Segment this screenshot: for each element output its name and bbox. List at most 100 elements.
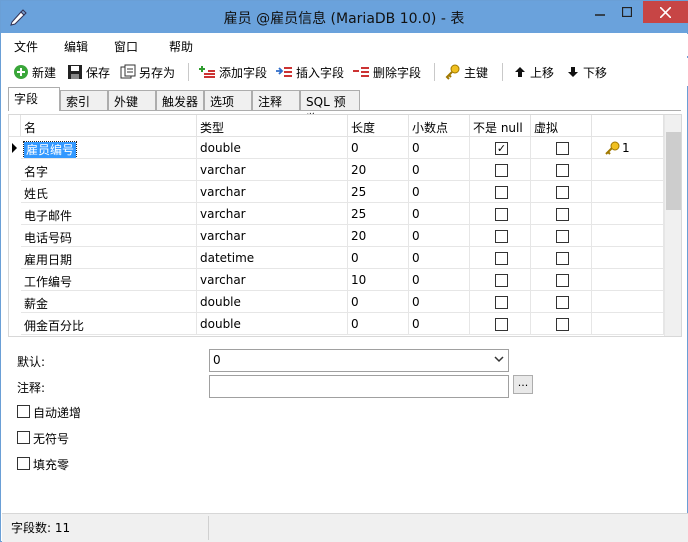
grid-scrollbar[interactable] — [664, 115, 681, 336]
menu-edit[interactable]: 编辑 — [64, 38, 88, 55]
cell-decimals[interactable]: 0 — [409, 313, 470, 335]
cell-name[interactable]: 名字 — [21, 159, 197, 181]
table-row[interactable]: 雇员编号 double 0 0 ✓ 1 — [9, 137, 664, 159]
save-as-button[interactable]: 另存为 — [120, 62, 175, 82]
close-button[interactable] — [643, 1, 688, 23]
cell-key[interactable] — [592, 181, 664, 203]
move-down-button[interactable]: 下移 — [566, 62, 607, 82]
checkbox[interactable] — [495, 208, 508, 221]
minimize-button[interactable] — [587, 1, 613, 23]
cell-length[interactable]: 25 — [348, 203, 409, 225]
cell-decimals[interactable]: 0 — [409, 181, 470, 203]
tab-indexes[interactable]: 索引 — [60, 90, 108, 110]
cell-name[interactable]: 姓氏 — [21, 181, 197, 203]
cell-key[interactable] — [592, 269, 664, 291]
cell-decimals[interactable]: 0 — [409, 291, 470, 313]
cell-virtual[interactable] — [531, 247, 592, 269]
checkbox[interactable] — [495, 318, 508, 331]
cell-decimals[interactable]: 0 — [409, 137, 470, 159]
cell-decimals[interactable]: 0 — [409, 203, 470, 225]
column-length-header[interactable]: 长度 — [348, 115, 409, 137]
menu-file[interactable]: 文件 — [14, 38, 38, 55]
checkbox[interactable] — [556, 142, 569, 155]
checkbox[interactable] — [495, 296, 508, 309]
cell-not-null[interactable]: ✓ — [470, 137, 531, 159]
cell-decimals[interactable]: 0 — [409, 269, 470, 291]
cell-virtual[interactable] — [531, 313, 592, 335]
cell-key[interactable] — [592, 159, 664, 181]
cell-not-null[interactable] — [470, 203, 531, 225]
checkbox[interactable] — [495, 230, 508, 243]
cell-length[interactable]: 0 — [348, 291, 409, 313]
tab-sql-preview[interactable]: SQL 预览 — [300, 90, 360, 126]
cell-type[interactable]: double — [197, 313, 348, 335]
cell-key[interactable] — [592, 247, 664, 269]
unsigned-checkbox[interactable] — [17, 431, 30, 444]
scroll-thumb[interactable] — [666, 132, 681, 210]
checkbox[interactable] — [556, 186, 569, 199]
cell-virtual[interactable] — [531, 181, 592, 203]
cell-type[interactable]: varchar — [197, 181, 348, 203]
cell-type[interactable]: varchar — [197, 159, 348, 181]
checkbox-checked[interactable]: ✓ — [495, 142, 508, 155]
cell-not-null[interactable] — [470, 247, 531, 269]
cell-length[interactable]: 0 — [348, 313, 409, 335]
table-row[interactable]: 工作编号 varchar 10 0 — [9, 269, 664, 291]
auto-increment-checkbox[interactable] — [17, 405, 30, 418]
cell-not-null[interactable] — [470, 159, 531, 181]
cell-name[interactable]: 薪金 — [21, 291, 197, 313]
cell-length[interactable]: 0 — [348, 247, 409, 269]
insert-field-button[interactable]: 插入字段 — [275, 62, 344, 82]
cell-decimals[interactable]: 0 — [409, 159, 470, 181]
table-row[interactable]: 名字 varchar 20 0 — [9, 159, 664, 181]
delete-field-button[interactable]: 删除字段 — [352, 62, 421, 82]
cell-type[interactable]: varchar — [197, 225, 348, 247]
table-row[interactable]: 雇用日期 datetime 0 0 — [9, 247, 664, 269]
add-field-button[interactable]: 添加字段 — [198, 62, 267, 82]
cell-not-null[interactable] — [470, 225, 531, 247]
table-row[interactable]: 姓氏 varchar 25 0 — [9, 181, 664, 203]
cell-key[interactable]: 1 — [592, 137, 664, 159]
cell-length[interactable]: 25 — [348, 181, 409, 203]
cell-name[interactable]: 雇员编号 — [21, 137, 197, 159]
column-virtual-header[interactable]: 虚拟 — [531, 115, 592, 137]
checkbox[interactable] — [495, 274, 508, 287]
cell-key[interactable] — [592, 225, 664, 247]
tab-foreign-keys[interactable]: 外键 — [108, 90, 156, 110]
cell-length[interactable]: 10 — [348, 269, 409, 291]
checkbox[interactable] — [495, 164, 508, 177]
menu-help[interactable]: 帮助 — [169, 38, 193, 55]
primary-key-button[interactable]: 主键 — [445, 62, 488, 82]
cell-virtual[interactable] — [531, 159, 592, 181]
cell-name[interactable]: 电子邮件 — [21, 203, 197, 225]
column-name-header[interactable]: 名 — [21, 115, 197, 137]
table-row[interactable]: 电话号码 varchar 20 0 — [9, 225, 664, 247]
cell-virtual[interactable] — [531, 203, 592, 225]
cell-name[interactable]: 雇用日期 — [21, 247, 197, 269]
cell-length[interactable]: 20 — [348, 225, 409, 247]
cell-key[interactable] — [592, 203, 664, 225]
cell-virtual[interactable] — [531, 269, 592, 291]
tab-fields[interactable]: 字段 — [8, 87, 60, 111]
zerofill-checkbox[interactable] — [17, 457, 30, 470]
checkbox[interactable] — [556, 274, 569, 287]
cell-type[interactable]: datetime — [197, 247, 348, 269]
tab-options[interactable]: 选项 — [204, 90, 252, 110]
checkbox[interactable] — [556, 230, 569, 243]
cell-decimals[interactable]: 0 — [409, 225, 470, 247]
new-button[interactable]: 新建 — [13, 62, 56, 82]
maximize-button[interactable] — [614, 1, 640, 23]
cell-type[interactable]: double — [197, 137, 348, 159]
default-select[interactable]: 0 — [209, 349, 509, 372]
cell-decimals[interactable]: 0 — [409, 247, 470, 269]
cell-virtual[interactable] — [531, 137, 592, 159]
cell-not-null[interactable] — [470, 181, 531, 203]
checkbox[interactable] — [556, 296, 569, 309]
cell-not-null[interactable] — [470, 313, 531, 335]
cell-length[interactable]: 0 — [348, 137, 409, 159]
move-up-button[interactable]: 上移 — [513, 62, 554, 82]
cell-type[interactable]: varchar — [197, 269, 348, 291]
column-not-null-header[interactable]: 不是 null — [470, 115, 531, 137]
menu-window[interactable]: 窗口 — [114, 38, 138, 55]
checkbox[interactable] — [556, 164, 569, 177]
